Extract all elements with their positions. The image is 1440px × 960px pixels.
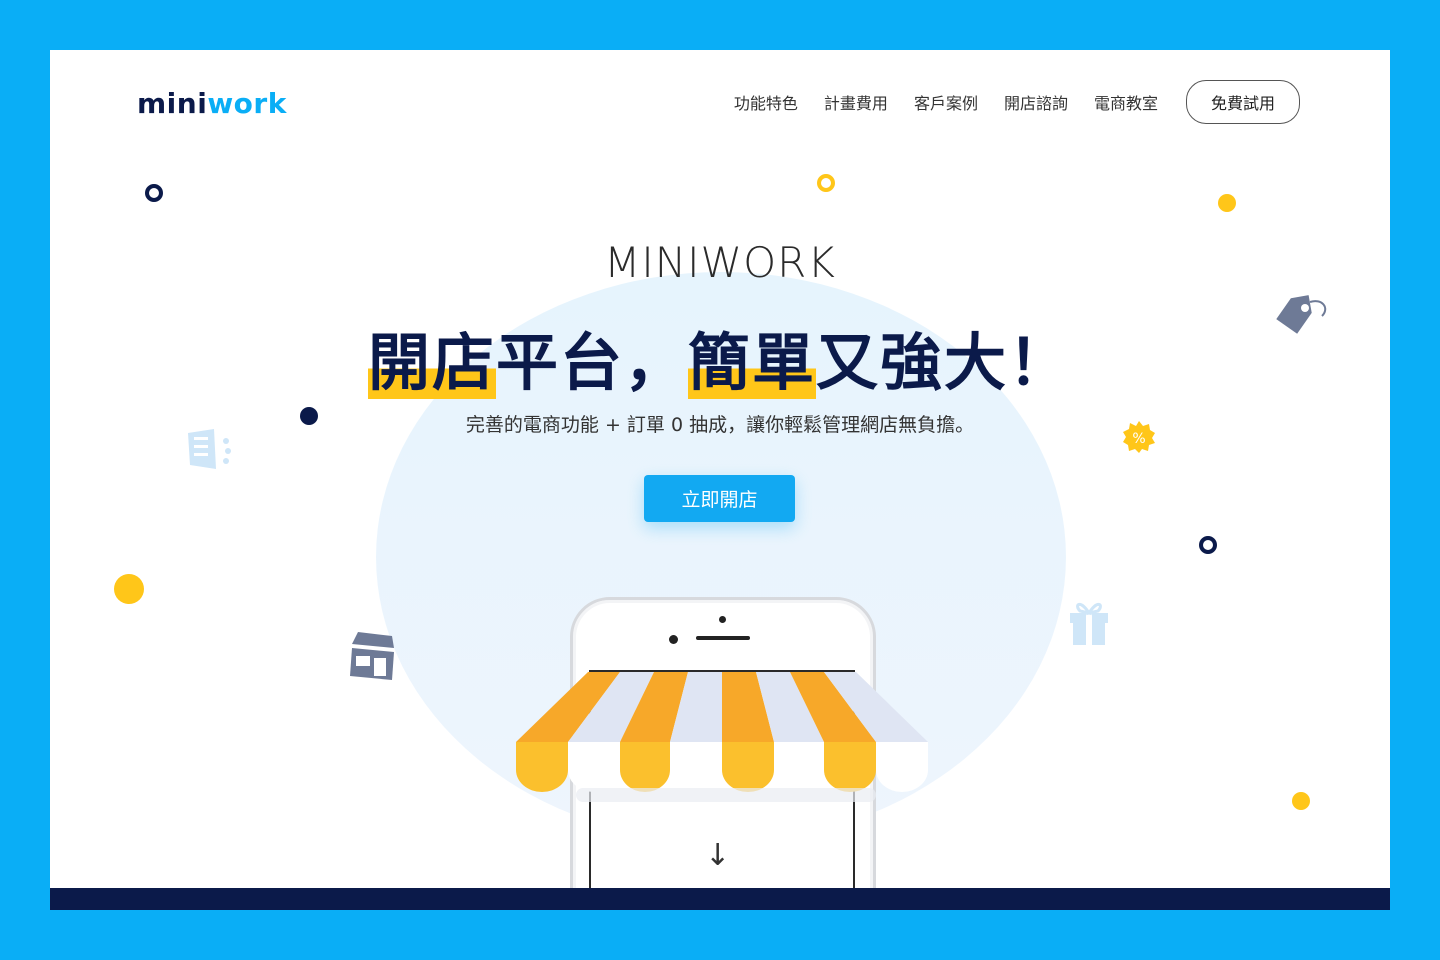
gift-icon [1070, 603, 1108, 645]
headline-text-2: 又強大！ [816, 326, 1073, 399]
dot-ring-yellow [817, 174, 835, 192]
dot-yellow [1218, 194, 1236, 212]
dot-ring-navy-2 [1199, 536, 1217, 554]
dot-yellow-large [114, 574, 144, 604]
open-store-button[interactable]: 立即開店 [644, 475, 795, 522]
footer-bar [50, 888, 1390, 910]
hero-headline: 開店平台，簡單又強大！ [50, 312, 1390, 402]
brand-title: MINIWORK [604, 238, 836, 287]
phone-sensor [669, 635, 678, 644]
headline-highlight-2: 簡單 [688, 326, 817, 399]
scroll-down-icon[interactable]: ↓ [705, 838, 730, 873]
landing-page: miniwork 功能特色 計畫費用 客戶案例 開店諮詢 電商教室 免費試用 % [50, 50, 1390, 910]
phone-speaker [696, 636, 750, 640]
store-icon [350, 632, 394, 680]
dot-yellow-2 [1292, 792, 1310, 810]
hero-subtitle: 完善的電商功能 + 訂單 0 抽成，讓你輕鬆管理網店無負擔。 [465, 414, 975, 436]
phone-camera [719, 616, 726, 623]
awning-illustration [516, 672, 928, 802]
headline-text-1: 平台， [495, 326, 688, 399]
dot-ring-navy [145, 184, 163, 202]
headline-highlight-1: 開店 [367, 326, 496, 399]
